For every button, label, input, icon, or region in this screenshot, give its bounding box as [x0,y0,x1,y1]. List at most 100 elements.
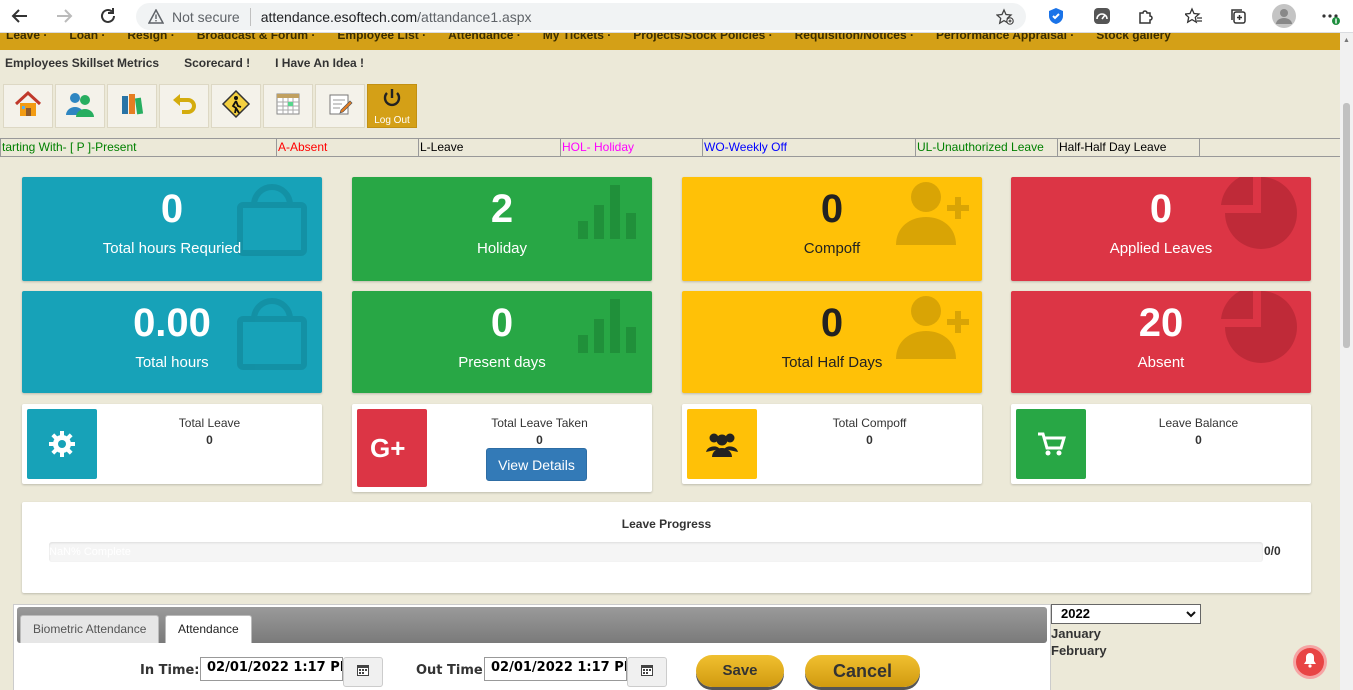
url-host: attendance.esoftech.com [260,8,418,25]
top-menu-item[interactable]: Performance Appraisal · [936,33,1074,42]
out-time-label: Out Time: [416,663,488,678]
google-plus-icon: G+ [357,409,427,487]
top-menu-item[interactable]: Employee List · [337,33,426,42]
stat-total-hours-required: 0 Total hours Requried [22,177,322,281]
users-button[interactable] [55,84,105,128]
more-options-icon[interactable] [1320,6,1340,26]
save-button[interactable]: Save [696,655,784,687]
menu-scorecard[interactable]: Scorecard ! [184,56,250,70]
in-time-calendar-button[interactable] [343,657,383,687]
legend-weekly-off: WO-Weekly Off [703,139,916,156]
in-time-input[interactable]: 02/01/2022 1:17 PI [200,657,343,681]
progress-track [49,542,1263,562]
legend-leave: L-Leave [419,139,561,156]
books-button[interactable] [107,84,157,128]
year-select[interactable]: 2022 [1051,604,1201,624]
page-scrollbar[interactable]: ▲ [1340,33,1353,690]
add-favorite-icon[interactable] [995,8,1014,29]
scroll-up-icon[interactable]: ▲ [1343,37,1350,44]
stat-label: Total hours Requried [102,240,242,257]
stat-label: Holiday [476,240,528,257]
top-menu-item[interactable]: Loan · [69,33,105,42]
tab-biometric-attendance[interactable]: Biometric Attendance [20,615,160,643]
attendance-legend: tarting With- [ P ]-Present A-Absent L-L… [0,138,1341,157]
speedometer-extension-icon[interactable] [1092,6,1112,26]
out-time-calendar-button[interactable] [627,657,667,687]
warning-icon [148,8,164,25]
attendance-panel: Biometric Attendance Attendance In Time:… [13,604,1051,690]
shield-extension-icon[interactable] [1046,6,1066,26]
books-icon [118,90,146,123]
pedestrian-button[interactable] [211,84,261,128]
calendar-grid-button[interactable] [263,84,313,128]
legend-present: tarting With- [ P ]-Present [1,139,277,156]
cancel-button[interactable]: Cancel [805,655,920,687]
top-menu-item[interactable]: Attendance · [448,33,521,42]
url-text: attendance.esoftech.com/attandance1.aspx [261,9,532,25]
top-menu-item[interactable]: Broadcast & Forum · [197,33,316,42]
home-button[interactable] [3,84,53,128]
browser-toolbar: Not secure attendance.esoftech.com/attan… [0,0,1353,33]
address-bar[interactable]: Not secure attendance.esoftech.com/attan… [136,3,1026,30]
month-february[interactable]: February [1051,643,1107,658]
puzzle-extensions-icon[interactable] [1136,6,1156,26]
info-title: Total Leave [178,416,241,430]
stat-applied-leaves: 0 Applied Leaves [1011,177,1311,281]
stat-value: 0 [160,187,184,231]
menu-idea[interactable]: I Have An Idea ! [275,56,364,70]
stat-present-days: 0 Present days [352,291,652,393]
pedestrian-sign-icon [221,89,251,124]
top-menu-item[interactable]: Leave · [6,33,47,42]
profile-avatar-icon[interactable] [1272,4,1296,28]
power-icon [381,87,403,114]
info-leave-balance: Leave Balance 0 [1011,404,1311,484]
leave-progress-card: Leave Progress NaN% Complete 0/0 [22,502,1311,593]
cart-icon [1016,409,1086,479]
collections-icon[interactable] [1228,6,1248,26]
top-menu-item[interactable]: Stock gallery [1096,33,1171,42]
stat-absent: 20 Absent [1011,291,1311,393]
top-menu-item[interactable]: Requisition/Notices · [795,33,914,42]
top-menu-item[interactable]: Projects/Stock Policies · [633,33,772,42]
info-total-compoff: Total Compoff 0 [682,404,982,484]
month-january[interactable]: January [1051,626,1101,641]
scrollbar-thumb[interactable] [1343,103,1350,348]
top-menu-item[interactable]: Resign · [127,33,174,42]
stat-label: Total hours [135,354,209,371]
top-menu-items: Leave · Loan · Resign · Broadcast & Forum ·… [0,33,1340,50]
info-value: 0 [1195,433,1202,447]
back-icon[interactable] [8,4,32,28]
info-value: 0 [866,433,873,447]
progress-text: NaN% Complete [49,546,131,558]
in-time-label: In Time: [140,663,200,678]
info-value: 0 [536,433,543,447]
undo-icon [170,90,198,123]
tab-attendance[interactable]: Attendance [165,615,252,643]
stat-total-hours: 0.00 Total hours [22,291,322,393]
top-menu: Leave · Loan · Resign · Broadcast & Forum ·… [0,33,1340,50]
forward-icon[interactable] [52,4,76,28]
gear-icon [27,409,97,479]
progress-title: Leave Progress [621,517,712,531]
favorites-icon[interactable] [1184,6,1204,26]
info-title: Total Leave Taken [491,416,588,430]
users-icon [64,89,96,124]
tab-strip: Biometric Attendance Attendance [17,607,1047,643]
calendar-grid-icon [275,91,301,122]
legend-holiday: HOL- Holiday [561,139,703,156]
menu-skillset-metrics[interactable]: Employees Skillset Metrics [5,56,159,70]
reload-icon[interactable] [96,4,120,28]
view-details-button[interactable]: View Details [486,448,587,481]
stat-total-half-days: 0 Total Half Days [682,291,982,393]
chevron-down-icon [1186,606,1196,624]
edit-button[interactable] [315,84,365,128]
undo-button[interactable] [159,84,209,128]
year-value: 2022 [1061,606,1090,621]
stat-value: 0 [820,187,844,231]
stat-value: 0 [490,301,514,345]
logout-button[interactable]: Log Out [367,84,417,128]
out-time-input[interactable]: 02/01/2022 1:17 PI [484,657,627,681]
icon-toolbar: Log Out [3,84,419,129]
top-menu-item[interactable]: My Tickets · [543,33,611,42]
notification-bell-button[interactable] [1296,648,1324,676]
